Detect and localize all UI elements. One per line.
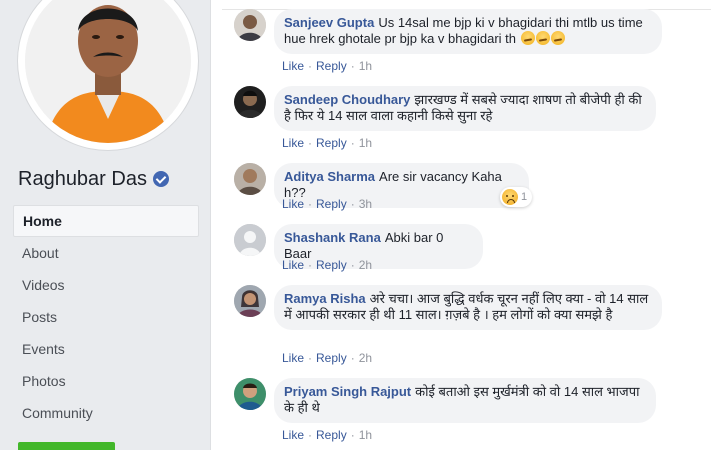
like-link[interactable]: Like: [282, 59, 304, 73]
like-link[interactable]: Like: [282, 351, 304, 365]
comment-timestamp[interactable]: 1h: [359, 59, 372, 73]
comment-actions: Like · Reply · 3h: [282, 197, 373, 211]
nav-item-videos[interactable]: Videos: [13, 269, 199, 301]
comment-bubble: Sandeep Choudhary झारखण्ड में सबसे ज्यादा…: [274, 86, 656, 131]
avatar[interactable]: [234, 9, 266, 41]
profile-picture-frame[interactable]: [18, 0, 198, 150]
reaction-count: 1: [521, 191, 528, 203]
create-page-button[interactable]: [18, 442, 115, 450]
comment-timestamp[interactable]: 2h: [359, 351, 372, 365]
like-link[interactable]: Like: [282, 428, 304, 442]
comment-actions: Like · Reply · 1h: [282, 59, 373, 73]
comment-timestamp[interactable]: 1h: [359, 136, 372, 150]
avatar[interactable]: [234, 378, 266, 410]
rofl-emoji-icon: [535, 31, 550, 45]
comment-actions: Like · Reply · 2h: [282, 258, 373, 272]
like-link[interactable]: Like: [282, 197, 304, 211]
verified-badge-icon: [152, 171, 169, 187]
like-link[interactable]: Like: [282, 258, 304, 272]
nav-item-about[interactable]: About: [13, 237, 199, 269]
nav-item-home[interactable]: Home: [13, 205, 199, 237]
avatar[interactable]: [234, 86, 266, 118]
reply-link[interactable]: Reply: [316, 428, 347, 442]
reply-link[interactable]: Reply: [316, 351, 347, 365]
comment-author[interactable]: Ramya Risha: [284, 291, 366, 306]
like-link[interactable]: Like: [282, 136, 304, 150]
sad-reaction-icon: [502, 189, 518, 205]
comment-author[interactable]: Aditya Sharma: [284, 169, 375, 184]
nav-item-community[interactable]: Community: [13, 397, 199, 429]
reply-link[interactable]: Reply: [316, 197, 347, 211]
comment-author[interactable]: Sandeep Choudhary: [284, 92, 410, 107]
nav-item-events[interactable]: Events: [13, 333, 199, 365]
reply-link[interactable]: Reply: [316, 59, 347, 73]
rofl-emoji-icon: [550, 31, 565, 45]
comment-actions: Like · Reply · 2h: [282, 351, 373, 365]
profile-picture[interactable]: [25, 0, 191, 143]
avatar[interactable]: [234, 285, 266, 317]
rofl-emoji-icon: [520, 31, 535, 45]
comment-author[interactable]: Sanjeev Gupta: [284, 15, 374, 30]
comment-timestamp[interactable]: 3h: [359, 197, 372, 211]
comment-actions: Like · Reply · 1h: [282, 136, 373, 150]
avatar[interactable]: [234, 163, 266, 195]
reaction-summary[interactable]: 1: [500, 187, 533, 207]
comment-timestamp[interactable]: 2h: [359, 258, 372, 272]
reply-link[interactable]: Reply: [316, 258, 347, 272]
comment-bubble: Priyam Singh Rajput कोई बताओ इस मुर्खमंत्…: [274, 378, 656, 423]
page-name-text[interactable]: Raghubar Das: [18, 168, 147, 191]
comment-actions: Like · Reply · 1h: [282, 428, 373, 442]
nav-item-photos[interactable]: Photos: [13, 365, 199, 397]
comment-timestamp[interactable]: 1h: [359, 428, 372, 442]
comment-author[interactable]: Priyam Singh Rajput: [284, 384, 411, 399]
reply-link[interactable]: Reply: [316, 136, 347, 150]
nav-item-posts[interactable]: Posts: [13, 301, 199, 333]
page-title[interactable]: Raghubar Das: [18, 166, 169, 192]
comment-bubble: Ramya Risha अरे चचा। आज बुद्धि वर्धक चूरन…: [274, 285, 662, 330]
comment-bubble: Sanjeev Gupta Us 14sal me bjp ki v bhagid…: [274, 9, 662, 54]
page-sidebar: Raghubar Das Home About Videos Posts Eve…: [0, 0, 209, 450]
comment-author[interactable]: Shashank Rana: [284, 230, 381, 245]
avatar[interactable]: [234, 224, 266, 256]
page-nav: Home About Videos Posts Events Photos Co…: [13, 205, 199, 429]
